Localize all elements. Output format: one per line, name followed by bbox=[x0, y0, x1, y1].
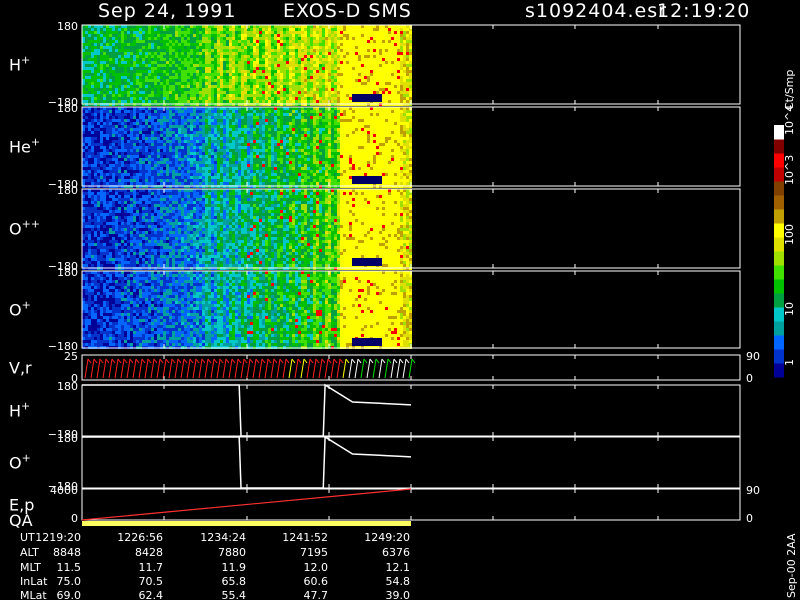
plot-time: 12:19:20 bbox=[657, 0, 750, 22]
table-cell: 70.5 bbox=[139, 575, 164, 588]
colorbar-tick-2: 10 bbox=[783, 302, 796, 316]
table-cell: 11.5 bbox=[57, 561, 82, 574]
panel-top-label-3: 180 bbox=[57, 184, 78, 197]
table-cell: 47.7 bbox=[304, 589, 329, 600]
table-cell: 1234:24 bbox=[200, 531, 246, 544]
o-plus-pitch-line bbox=[82, 435, 412, 489]
qa-bar bbox=[82, 521, 411, 526]
table-cell: 69.0 bbox=[57, 589, 82, 600]
panel-label-3: O++ bbox=[9, 218, 40, 239]
table-row-label: ALT bbox=[20, 546, 39, 559]
panel-top-label-5: 25 bbox=[64, 350, 78, 363]
plot-instrument: EXOS-D SMS bbox=[283, 0, 412, 22]
panel-label-2: He+ bbox=[9, 136, 40, 157]
plot-date: Sep 24, 1991 bbox=[98, 0, 236, 22]
table-cell: 1226:56 bbox=[117, 531, 163, 544]
table-cell: 55.4 bbox=[222, 589, 247, 600]
table-cell: 1249:20 bbox=[364, 531, 410, 544]
panel-top-label-8: 4000 bbox=[50, 484, 78, 497]
table-row-label: InLat bbox=[20, 575, 48, 588]
table-cell: 11.9 bbox=[222, 561, 247, 574]
table-cell: 1241:52 bbox=[282, 531, 328, 544]
spectrogram-panel-1 bbox=[82, 25, 412, 106]
table-cell: 12.0 bbox=[304, 561, 329, 574]
panel-right-top-5: 90 bbox=[746, 350, 760, 363]
spectrogram-panels bbox=[82, 25, 412, 349]
panel-top-label-4: 180 bbox=[57, 266, 78, 279]
table-cell: 8428 bbox=[135, 546, 163, 559]
panel-frame-7 bbox=[81, 436, 741, 489]
panel-label-1: H+ bbox=[9, 54, 30, 75]
table-cell: 7195 bbox=[300, 546, 328, 559]
table-cell: 1219:20 bbox=[35, 531, 81, 544]
energy-line bbox=[81, 488, 412, 521]
panel-top-label-7: 180 bbox=[57, 432, 78, 445]
colorbar-tick-1: 1 bbox=[783, 359, 796, 366]
panel-right-bottom-5: 0 bbox=[746, 372, 753, 385]
table-cell: 54.8 bbox=[386, 575, 411, 588]
table-cell: 12.1 bbox=[386, 561, 411, 574]
panel-frame-6 bbox=[81, 384, 741, 437]
line-panels bbox=[81, 358, 416, 526]
table-cell: 6376 bbox=[382, 546, 410, 559]
spectrogram-panel-4 bbox=[82, 271, 412, 349]
colorbar-unit: Ct/Smp bbox=[783, 70, 796, 110]
exos-d-sms-plot: Sep 24, 1991 EXOS-D SMS s1092404.esr 12:… bbox=[9, 0, 798, 600]
velocity-arrows bbox=[84, 358, 416, 379]
table-cell: 65.8 bbox=[222, 575, 247, 588]
panel-label2-8: QA bbox=[9, 511, 33, 530]
h-plus-pitch-line bbox=[82, 383, 412, 437]
panel-label-5: V,r bbox=[9, 359, 32, 378]
panel-right-bottom-8: 0 bbox=[746, 512, 753, 525]
panel-label-4: O+ bbox=[9, 299, 31, 320]
table-cell: 75.0 bbox=[57, 575, 82, 588]
panel-frame-8 bbox=[81, 488, 741, 521]
table-cell: 39.0 bbox=[386, 589, 411, 600]
panel-label-6: H+ bbox=[9, 400, 30, 421]
table-row-label: MLT bbox=[20, 561, 41, 574]
table-cell: 8848 bbox=[53, 546, 81, 559]
panel-top-label-2: 180 bbox=[57, 102, 78, 115]
panel-label-7: O+ bbox=[9, 452, 31, 473]
plot-file: s1092404.esr bbox=[525, 0, 667, 22]
panel-top-label-1: 180 bbox=[57, 20, 78, 33]
spectrogram-panel-3 bbox=[82, 189, 412, 270]
colorbar-tick-3: 100 bbox=[783, 224, 796, 245]
colorbar: 11010010^310^4 bbox=[774, 105, 796, 378]
table-cell: 60.6 bbox=[304, 575, 329, 588]
table-cell: 62.4 bbox=[139, 589, 164, 600]
panel-top-label-6: 180 bbox=[57, 380, 78, 393]
side-note: Sep-00 2AA bbox=[785, 533, 798, 598]
colorbar-tick-4: 10^3 bbox=[783, 155, 796, 185]
spectrogram-panel-2 bbox=[82, 107, 412, 188]
table-cell: 11.7 bbox=[139, 561, 164, 574]
panel-bottom-label-8: 0 bbox=[71, 512, 78, 525]
table-row-label: MLat bbox=[20, 589, 47, 600]
table-row-label: UT bbox=[20, 531, 35, 544]
panel-right-top-8: 90 bbox=[746, 484, 760, 497]
table-cell: 7880 bbox=[218, 546, 246, 559]
axis-table: UT ALT MLTInLatMLat 1219:20 8848 11.575.069.0… bbox=[20, 531, 410, 600]
